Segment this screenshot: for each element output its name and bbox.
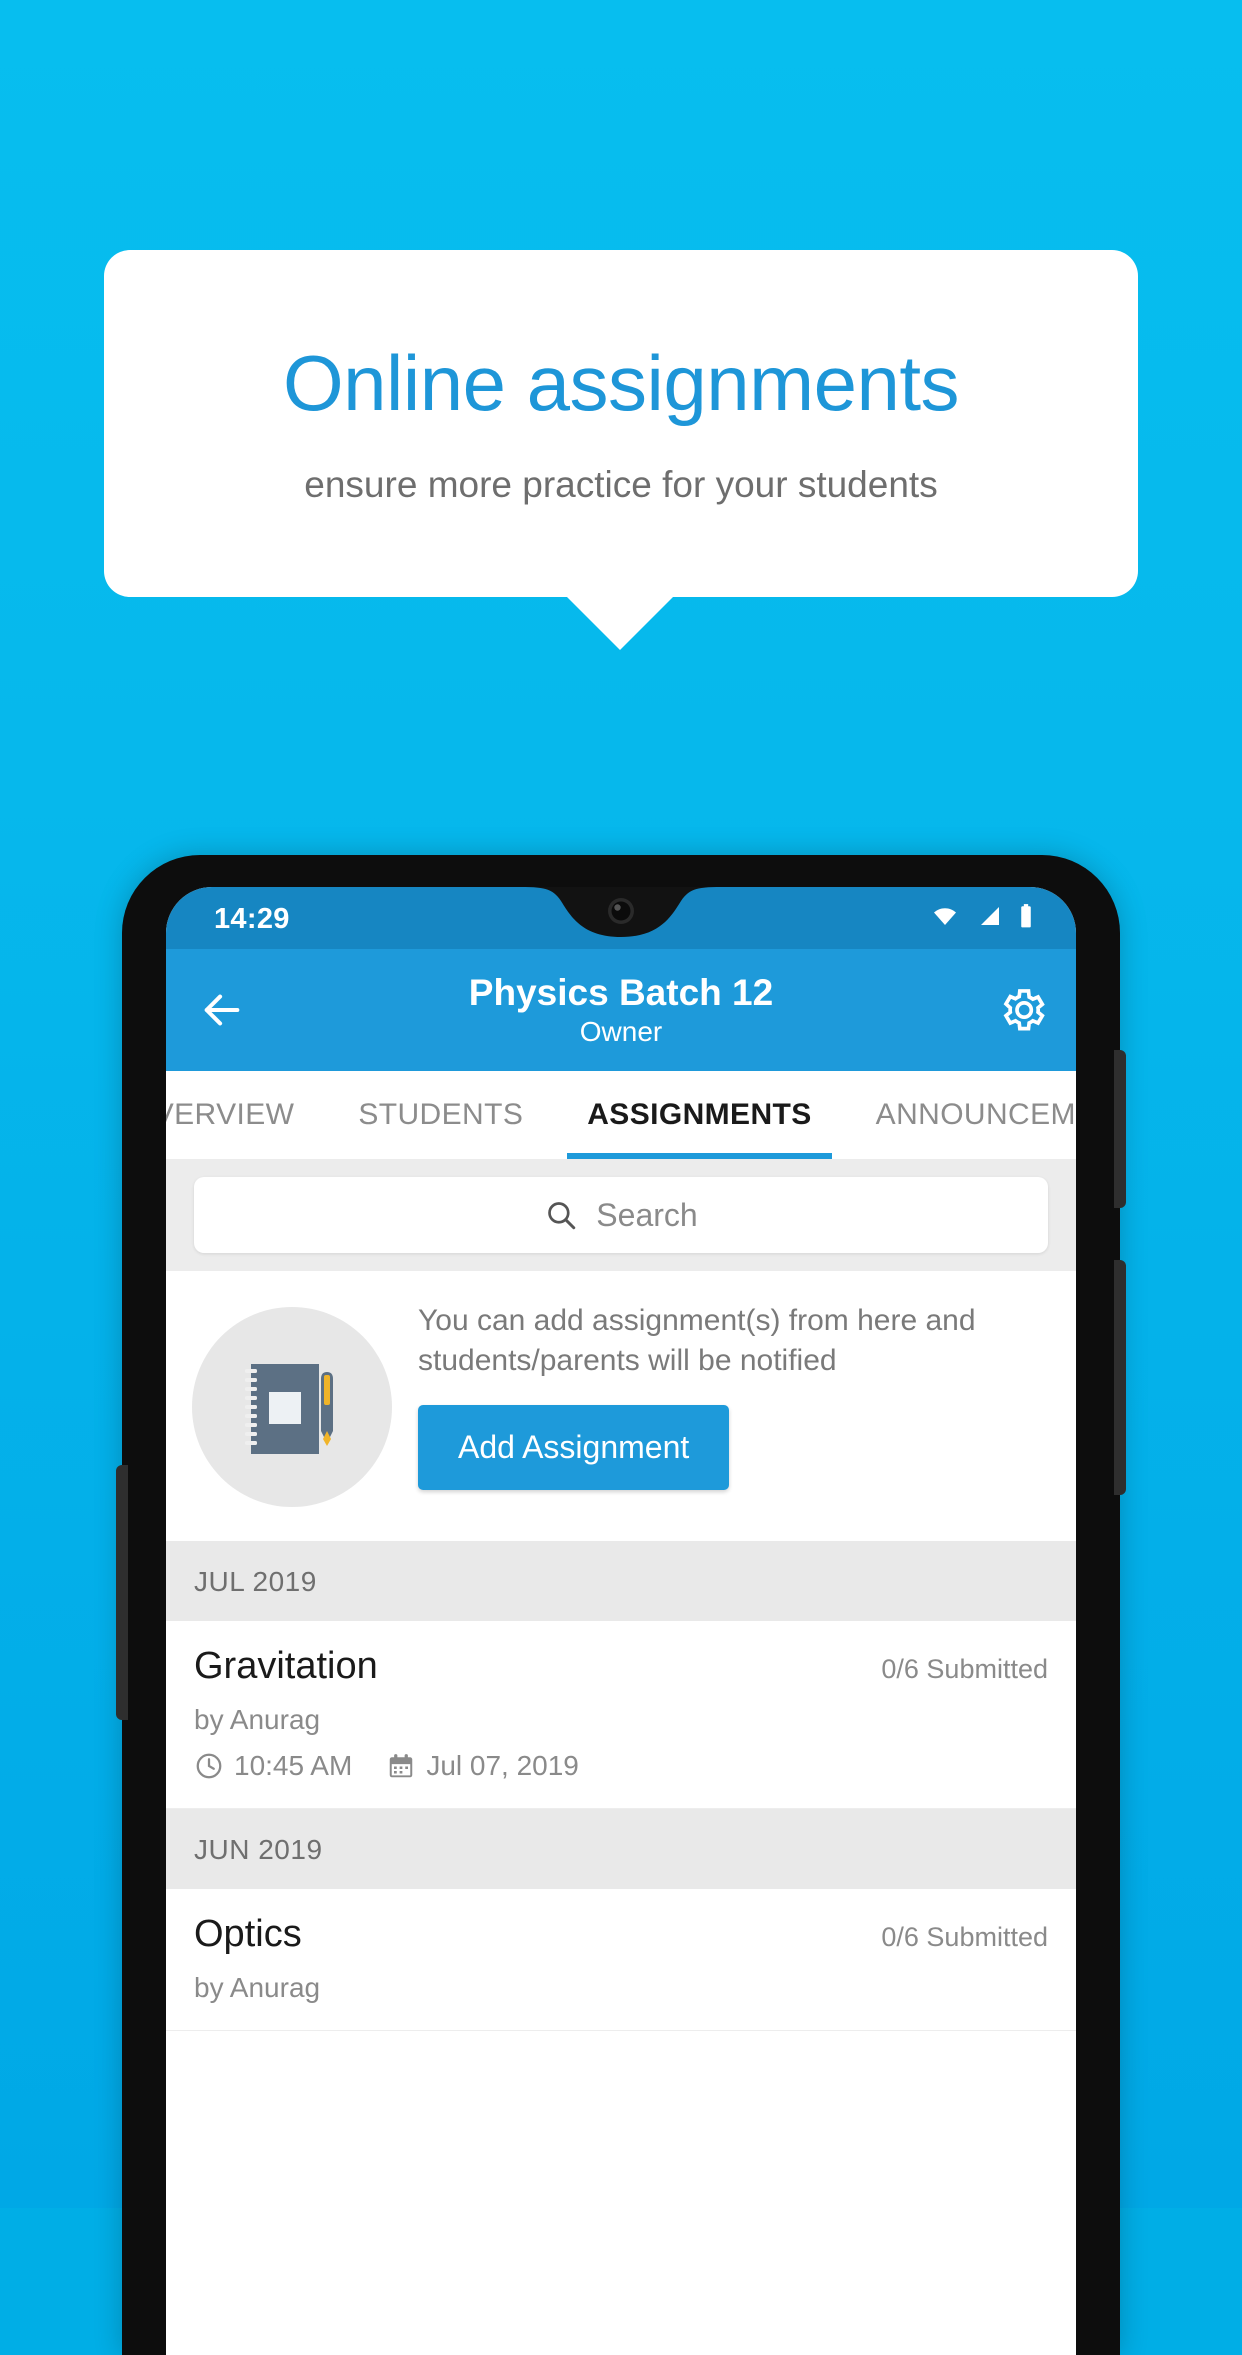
- assignment-header: Optics 0/6 Submitted: [194, 1913, 1048, 1956]
- tab-bar: OVERVIEW STUDENTS ASSIGNMENTS ANNOUNCEME…: [166, 1071, 1076, 1159]
- assignment-submitted-count: 0/6 Submitted: [881, 1654, 1048, 1684]
- search-input[interactable]: Search: [194, 1177, 1048, 1253]
- assignment-meta: 10:45 AM Jul 07, 2019: [194, 1750, 1048, 1782]
- battery-icon: [1021, 904, 1031, 928]
- phone-mockup: 14:29 Physics Batch 12 Owner ERVIEW STUD…: [116, 855, 1126, 2355]
- assignment-title: Gravitation: [194, 1645, 378, 1687]
- assignment-time: 10:45 AM: [234, 1750, 353, 1781]
- wifi-icon: [934, 908, 956, 925]
- month-header-jun: JUN 2019: [166, 1809, 1076, 1889]
- app-bar: Physics Batch 12 Owner: [166, 949, 1076, 1071]
- status-time: 14:29: [214, 903, 290, 935]
- tab-overview[interactable]: OVERVIEW: [166, 1071, 326, 1159]
- assignment-row[interactable]: Optics 0/6 Submitted by Anurag: [166, 1889, 1076, 2031]
- clock-icon: [196, 1753, 222, 1779]
- phone-volume-rocker[interactable]: [1114, 1260, 1126, 1495]
- status-icons: [930, 903, 1034, 929]
- arrow-left-icon[interactable]: [196, 987, 248, 1033]
- search-placeholder: Search: [596, 1196, 698, 1233]
- month-header-jul: JUL 2019: [166, 1541, 1076, 1621]
- tab-assignments[interactable]: ASSIGNMENTS: [555, 1071, 843, 1159]
- tab-students[interactable]: STUDENTS: [326, 1071, 555, 1159]
- notebook-and-pen-icon: [192, 1307, 392, 1507]
- assignment-date: Jul 07, 2019: [426, 1750, 579, 1781]
- page-title: Physics Batch 12: [468, 971, 774, 1013]
- camera-notch: [521, 887, 721, 937]
- gear-icon[interactable]: [996, 984, 1048, 1036]
- assignment-title: Optics: [194, 1913, 302, 1955]
- tab-announcements[interactable]: ANNOUNCEMENTS: [844, 1071, 1076, 1159]
- assignment-submitted-count: 0/6 Submitted: [881, 1922, 1048, 1952]
- phone-screen: 14:29 Physics Batch 12 Owner ERVIEW STUD…: [166, 887, 1076, 2355]
- search-icon: [548, 1202, 576, 1230]
- assignment-author: by Anurag: [194, 1704, 321, 1735]
- assignment-header: Gravitation 0/6 Submitted: [194, 1645, 1048, 1688]
- empty-state-content: You can add assignment(s) from here and …: [418, 1301, 1050, 1490]
- search-area: Search: [166, 1159, 1076, 1271]
- phone-volume-button[interactable]: [116, 1465, 128, 1720]
- status-bar: 14:29: [166, 887, 1076, 949]
- assignment-author: by Anurag: [194, 1972, 321, 2003]
- tab-strip: OVERVIEW STUDENTS ASSIGNMENTS ANNOUNCEME…: [166, 1071, 1076, 1159]
- cellular-signal-icon: [981, 907, 999, 925]
- hero-subtitle: ensure more practice for your students: [304, 464, 938, 505]
- assignment-row[interactable]: Gravitation 0/6 Submitted by Anurag 10:4…: [166, 1621, 1076, 1809]
- hero-title: Online assignments: [282, 339, 960, 427]
- hero-callout-card: Online assignments ensure more practice …: [104, 250, 1138, 597]
- calendar-icon: [390, 1754, 413, 1778]
- hero-callout-tail: [566, 596, 674, 650]
- add-assignment-button[interactable]: Add Assignment: [418, 1404, 730, 1490]
- empty-state-message: You can add assignment(s) from here and …: [418, 1304, 976, 1377]
- page-subtitle: Owner: [579, 1016, 663, 1048]
- empty-state-card: You can add assignment(s) from here and …: [166, 1271, 1076, 1541]
- phone-power-button[interactable]: [1114, 1050, 1126, 1208]
